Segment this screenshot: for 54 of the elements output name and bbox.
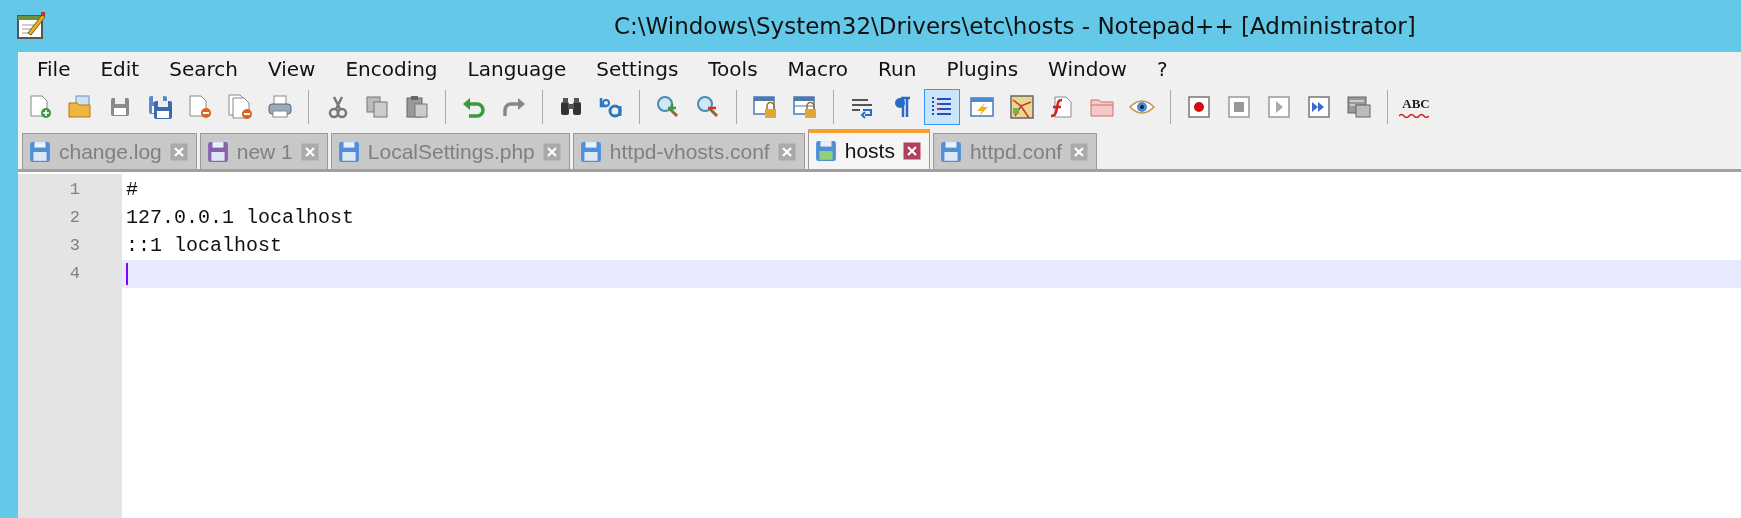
zoom-in-icon <box>655 94 681 120</box>
close-icon[interactable] <box>1070 142 1089 161</box>
menu-item[interactable]: Macro <box>776 57 868 81</box>
menu-item[interactable]: Encoding <box>334 57 457 81</box>
menu-item[interactable]: ? <box>1145 57 1187 81</box>
line-number: 1 <box>68 179 81 201</box>
record-icon <box>1186 94 1212 120</box>
menu-item[interactable]: File <box>26 57 90 81</box>
close-icon[interactable] <box>542 142 561 161</box>
file-tab[interactable]: hosts <box>807 129 930 169</box>
line-number: 4 <box>68 263 81 285</box>
code-line: ::1 localhost <box>126 233 283 259</box>
save-all-icon <box>147 94 173 120</box>
menu-item[interactable]: Search <box>158 57 257 81</box>
map-icon <box>1009 94 1035 120</box>
play-icon <box>1266 94 1292 120</box>
close-icon[interactable] <box>902 142 921 160</box>
open-folder-icon <box>67 94 93 120</box>
line-number: 3 <box>68 235 81 257</box>
menu-item[interactable]: Plugins <box>935 57 1038 81</box>
code-line: 127.0.0.1 localhost <box>126 205 355 231</box>
copy-icon <box>364 94 390 120</box>
locked-window-icon <box>792 94 818 120</box>
menu-item[interactable]: Tools <box>697 57 777 81</box>
squiggle-icon <box>1399 113 1429 118</box>
menu-item[interactable]: View <box>256 57 335 81</box>
menu-item[interactable]: Language <box>456 57 586 81</box>
code-line: # <box>126 177 138 203</box>
menu-item[interactable]: Settings <box>585 57 698 81</box>
new-file-icon <box>27 94 53 120</box>
spell-check-button[interactable]: ABC <box>1398 89 1434 125</box>
toolbar-button[interactable] <box>924 89 960 125</box>
close-icon[interactable] <box>300 142 319 161</box>
zoom-out-icon <box>695 94 721 120</box>
menu-item[interactable]: Edit <box>89 57 159 81</box>
macro-list-icon <box>1346 94 1372 120</box>
paste-icon <box>404 94 430 120</box>
text-cursor <box>126 263 128 285</box>
window-title: C:\Windows\System32\Drivers\etc\hosts - Notepad++ [Administrator] <box>614 13 1416 39</box>
line-number: 2 <box>68 207 81 229</box>
stop-icon <box>1226 94 1252 120</box>
printer-icon <box>267 94 293 120</box>
close-icon[interactable] <box>169 142 188 161</box>
close-icon[interactable] <box>777 142 796 161</box>
function-list-icon <box>1049 94 1075 120</box>
locked-window-icon <box>752 94 778 120</box>
close-file-icon <box>187 94 213 120</box>
menu-item[interactable]: Run <box>867 57 936 81</box>
menu-item[interactable]: Window <box>1037 57 1146 81</box>
close-all-icon <box>227 94 253 120</box>
window-lightning-icon <box>969 94 995 120</box>
editor-area[interactable]: 1 2 3 4 # 127.0.0.1 localhost ::1 localhost <box>18 172 1741 518</box>
fast-forward-icon <box>1306 94 1332 120</box>
notepad-icon <box>16 11 46 41</box>
